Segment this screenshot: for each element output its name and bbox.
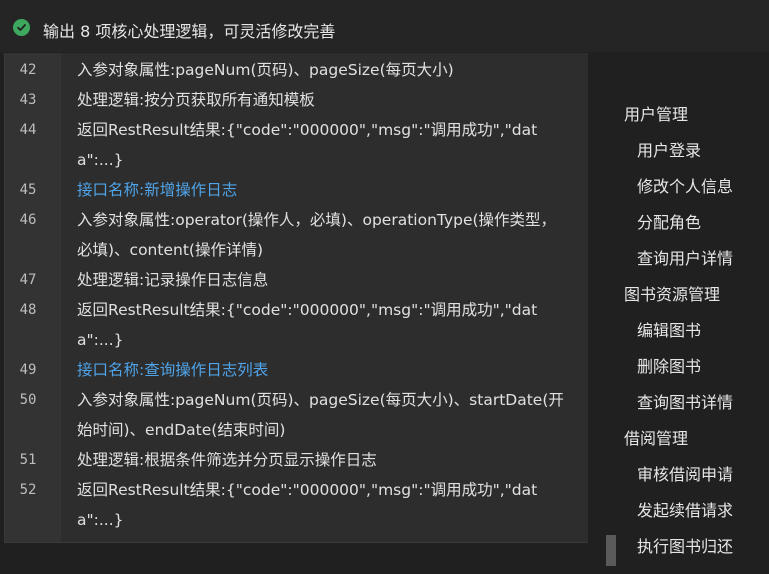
outline-sidebar: 用户管理 用户登录 修改个人信息 分配角色 查询用户详情 图书资源管理 编辑图书 删除图书 查询… [612,100,769,568]
line-number: 46 [19,212,37,228]
line-number: 51 [19,452,37,468]
line-number: 44 [19,122,37,138]
code-line: 49 接口名称:查询操作日志列表 [5,355,588,385]
line-text: 返回RestResult结果:{"code":"000000","msg":"调… [77,301,538,349]
outline-section[interactable]: 图书资源管理 [612,280,769,316]
outline-item[interactable]: 编辑图书 [612,316,769,352]
line-text: 返回RestResult结果:{"code":"000000","msg":"调… [77,481,538,529]
outline-item[interactable]: 审核借阅申请 [612,460,769,496]
line-text: 处理逻辑:按分页获取所有通知模板 [77,91,315,109]
outline-item[interactable]: 查询图书详情 [612,388,769,424]
outline-item[interactable]: 查询用户详情 [612,244,769,280]
line-number: 52 [19,482,37,498]
line-number: 42 [19,62,37,78]
code-line: 52 返回RestResult结果:{"code":"000000","msg":… [5,475,588,535]
line-number: 50 [19,392,37,408]
header-title: 输出 8 项核心处理逻辑，可灵活修改完善 [43,22,336,41]
code-line: 47 处理逻辑:记录操作日志信息 [5,265,588,295]
code-line: 45 接口名称:新增操作日志 [5,175,588,205]
line-number: 47 [19,272,37,288]
outline-item[interactable]: 删除图书 [612,352,769,388]
code-line: 50 入参对象属性:pageNum(页码)、pageSize(每页大小)、star… [5,385,588,445]
code-line: 48 返回RestResult结果:{"code":"000000","msg":… [5,295,588,355]
code-line: 44 返回RestResult结果:{"code":"000000","msg":… [5,115,588,175]
line-number: 48 [19,302,37,318]
outline-section[interactable]: 用户管理 [612,100,769,136]
line-text: 入参对象属性:pageNum(页码)、pageSize(每页大小)、startD… [77,391,564,439]
line-text: 处理逻辑:根据条件筛选并分页显示操作日志 [77,451,377,469]
header-bar: 输出 8 项核心处理逻辑，可灵活修改完善 [0,0,769,52]
code-line: 46 入参对象属性:operator(操作人，必填)、operationType(… [5,205,588,265]
line-text: 入参对象属性:operator(操作人，必填)、operationType(操作… [77,211,557,259]
outline-section[interactable]: 借阅管理 [612,424,769,460]
outline-item[interactable]: 修改个人信息 [612,172,769,208]
code-lines: 42 入参对象属性:pageNum(页码)、pageSize(每页大小) 43 处理逻… [5,55,588,535]
interface-name-line: 接口名称:新增操作日志 [77,181,238,199]
line-number: 49 [19,362,37,378]
code-line: 42 入参对象属性:pageNum(页码)、pageSize(每页大小) [5,55,588,85]
line-number: 43 [19,92,37,108]
app-root: 输出 8 项核心处理逻辑，可灵活修改完善 42 入参对象属性:pageNum(页码… [0,0,769,574]
code-line: 43 处理逻辑:按分页获取所有通知模板 [5,85,588,115]
outline-item[interactable]: 发起续借请求 [612,496,769,532]
code-line: 51 处理逻辑:根据条件筛选并分页显示操作日志 [5,445,588,475]
outline-item[interactable]: 分配角色 [612,208,769,244]
line-text: 入参对象属性:pageNum(页码)、pageSize(每页大小) [77,61,454,79]
code-panel: 42 入参对象属性:pageNum(页码)、pageSize(每页大小) 43 处理逻… [4,53,588,543]
outline-item[interactable]: 执行图书归还 [612,532,769,568]
interface-name-line: 接口名称:查询操作日志列表 [77,361,269,379]
check-circle-icon [13,19,30,36]
line-text: 处理逻辑:记录操作日志信息 [77,271,269,289]
line-text: 返回RestResult结果:{"code":"000000","msg":"调… [77,121,538,169]
outline-item[interactable]: 用户登录 [612,136,769,172]
line-number: 45 [19,182,37,198]
scrollbar-thumb[interactable] [606,535,616,566]
